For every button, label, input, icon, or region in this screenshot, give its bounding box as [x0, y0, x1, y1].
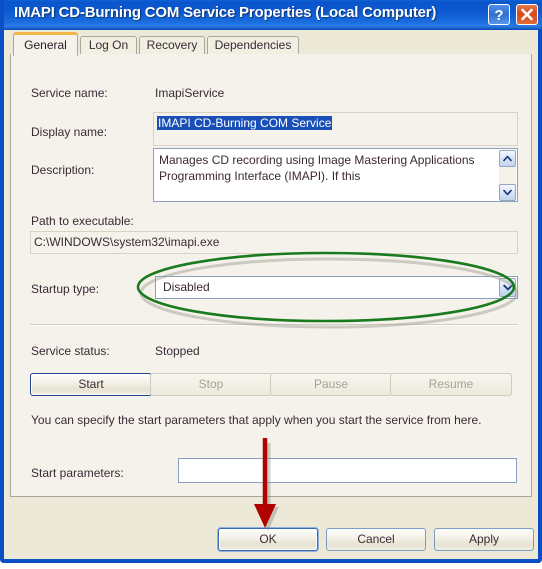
title-bar: IMAPI CD-Burning COM Service Properties … [4, 0, 542, 30]
status-divider [30, 324, 518, 326]
start-parameters-input[interactable] [178, 458, 517, 483]
ok-button[interactable]: OK [218, 528, 318, 551]
general-tab-panel: Service name: ImapiService Display name:… [10, 54, 532, 497]
tab-dependencies[interactable]: Dependencies [207, 36, 299, 55]
display-name-value: IMAPI CD-Burning COM Service [157, 116, 333, 130]
service-status-label: Service status: [31, 344, 110, 358]
tab-recovery[interactable]: Recovery [139, 36, 205, 55]
service-name-value: ImapiService [155, 86, 225, 100]
window-title: IMAPI CD-Burning COM Service Properties … [14, 4, 437, 21]
chevron-down-icon[interactable] [499, 278, 516, 297]
stop-button: Stop [150, 373, 272, 396]
help-icon[interactable]: ? [488, 4, 510, 25]
pause-button: Pause [270, 373, 392, 396]
description-textarea[interactable]: Manages CD recording using Image Masteri… [153, 148, 518, 202]
service-name-label: Service name: [31, 86, 108, 100]
path-to-executable-input: C:\WINDOWS\system32\imapi.exe [30, 231, 518, 254]
description-value: Manages CD recording using Image Masteri… [159, 153, 475, 183]
tab-strip: General Log On Recovery Dependencies [4, 30, 538, 56]
path-to-executable-value: C:\WINDOWS\system32\imapi.exe [34, 235, 220, 249]
scroll-down-icon[interactable] [499, 184, 516, 201]
svg-text:?: ? [494, 7, 503, 24]
start-parameters-label: Start parameters: [31, 466, 124, 480]
apply-button[interactable]: Apply [434, 528, 534, 551]
display-name-label: Display name: [31, 125, 108, 139]
description-label: Description: [31, 163, 95, 177]
screenshot-root: IMAPI CD-Burning COM Service Properties … [0, 0, 542, 569]
startup-type-label: Startup type: [31, 282, 100, 296]
close-icon[interactable] [516, 4, 538, 25]
startup-type-value: Disabled [163, 280, 210, 294]
start-parameters-hint: You can specify the start parameters tha… [31, 413, 482, 427]
cancel-button[interactable]: Cancel [326, 528, 426, 551]
start-button[interactable]: Start [30, 373, 152, 396]
service-properties-window: IMAPI CD-Burning COM Service Properties … [0, 0, 542, 563]
tab-general[interactable]: General [13, 32, 78, 56]
description-scrollbar[interactable] [499, 150, 516, 201]
service-status-value: Stopped [155, 344, 200, 358]
scroll-up-icon[interactable] [499, 150, 516, 167]
display-name-input[interactable]: IMAPI CD-Burning COM Service [153, 112, 518, 146]
resume-button: Resume [390, 373, 512, 396]
startup-type-combo[interactable]: Disabled [155, 276, 518, 299]
path-to-executable-label: Path to executable: [31, 214, 134, 228]
tab-log-on[interactable]: Log On [80, 36, 137, 55]
